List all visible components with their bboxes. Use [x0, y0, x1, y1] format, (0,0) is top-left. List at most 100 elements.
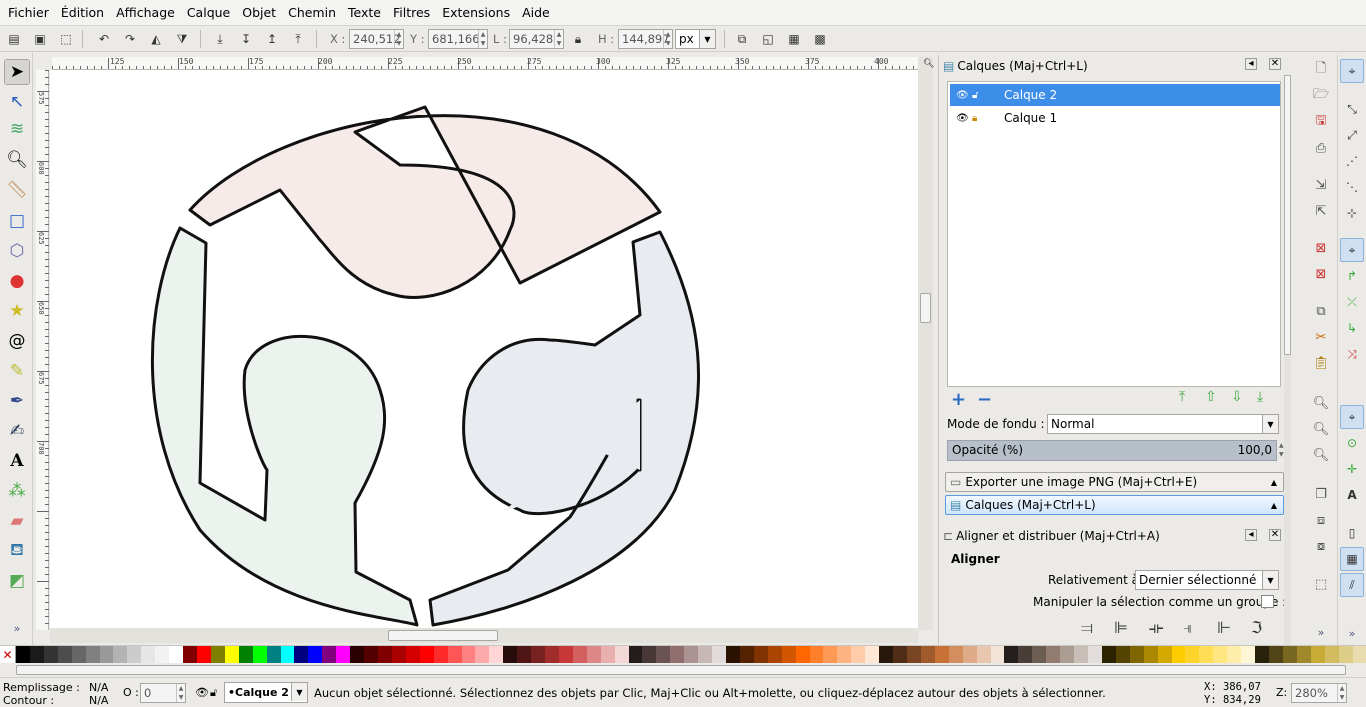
- color-swatch[interactable]: [740, 646, 754, 663]
- zoom-selection-icon[interactable]: 🔍︎: [1310, 392, 1332, 414]
- color-swatch[interactable]: [141, 646, 155, 663]
- color-swatch[interactable]: [601, 646, 615, 663]
- lower-icon[interactable]: ↧: [236, 29, 256, 49]
- open-icon[interactable]: 🗁: [1310, 85, 1332, 107]
- snap-others-icon[interactable]: ⌖: [1340, 405, 1364, 429]
- color-swatch[interactable]: [1213, 646, 1227, 663]
- zoom-field[interactable]: 280%▲▼: [1291, 683, 1347, 703]
- import-icon[interactable]: ⇲: [1310, 174, 1332, 196]
- w-field[interactable]: 96,428▲▼: [509, 29, 564, 49]
- flip-vertical-icon[interactable]: ⧩: [172, 29, 192, 49]
- horizontal-ruler[interactable]: 125 150 175 200 225 250 275 300 325 350 …: [52, 57, 918, 70]
- remove-layer-icon[interactable]: −: [977, 389, 992, 410]
- rotate-ccw-icon[interactable]: ↶: [94, 29, 114, 49]
- snap-object-center-icon[interactable]: ⊙: [1340, 431, 1364, 455]
- undo-icon[interactable]: ⊠: [1310, 237, 1332, 259]
- snap-grid-icon[interactable]: ▦: [1340, 547, 1364, 571]
- color-swatch[interactable]: [893, 646, 907, 663]
- color-swatch[interactable]: [475, 646, 489, 663]
- snap-text-baseline-icon[interactable]: A: [1340, 483, 1364, 507]
- snap-bbox-corner-icon[interactable]: ⋰: [1340, 149, 1364, 173]
- lock-icon[interactable]: 🔓︎: [210, 686, 217, 700]
- color-swatch[interactable]: [642, 646, 656, 663]
- lower-to-bottom-icon[interactable]: ⤓: [210, 29, 230, 49]
- clone-icon[interactable]: ⧈: [1310, 509, 1332, 531]
- zoom-page-icon[interactable]: 🔍︎: [1310, 444, 1332, 466]
- color-swatch[interactable]: [392, 646, 406, 663]
- lock-icon[interactable]: 🔒︎: [972, 113, 977, 124]
- unit-select[interactable]: px▼: [675, 29, 716, 49]
- color-swatch[interactable]: [1297, 646, 1311, 663]
- color-swatch[interactable]: [1060, 646, 1074, 663]
- flip-horizontal-icon[interactable]: ◭: [146, 29, 166, 49]
- color-swatch[interactable]: [865, 646, 879, 663]
- color-swatch[interactable]: [1283, 646, 1297, 663]
- color-swatch[interactable]: [545, 646, 559, 663]
- lower-layer-icon[interactable]: ⇩: [1231, 389, 1243, 405]
- menu-aide[interactable]: Aide: [516, 0, 556, 26]
- drawing-canvas[interactable]: [50, 70, 918, 628]
- zoom-tool-icon[interactable]: 🔍︎: [4, 147, 30, 173]
- color-swatch[interactable]: [754, 646, 768, 663]
- raise-to-top-icon[interactable]: ⤒: [1179, 389, 1185, 405]
- spiral-tool-icon[interactable]: @: [4, 328, 30, 354]
- opacity-spin-icon[interactable]: ▲▼: [1279, 441, 1284, 459]
- select-all-layers-icon[interactable]: ▣: [30, 29, 50, 49]
- color-swatch[interactable]: [921, 646, 935, 663]
- color-swatch[interactable]: [100, 646, 114, 663]
- color-swatch[interactable]: [1227, 646, 1241, 663]
- dock-scrollbar[interactable]: [1284, 75, 1291, 645]
- measure-tool-icon[interactable]: 📏︎: [4, 177, 30, 203]
- color-swatch[interactable]: [169, 646, 183, 663]
- layer-name[interactable]: Calque 2: [1004, 88, 1057, 102]
- copy-icon[interactable]: ⧉: [1310, 300, 1332, 322]
- color-swatch[interactable]: [1018, 646, 1032, 663]
- color-swatch[interactable]: [726, 646, 740, 663]
- move-gradients-icon[interactable]: ▦: [784, 29, 804, 49]
- snap-nodes-icon[interactable]: ⌖: [1340, 238, 1364, 262]
- new-document-icon[interactable]: 🗋: [1310, 59, 1332, 81]
- paint-bucket-tool-icon[interactable]: ⛾: [4, 538, 30, 564]
- snap-cusp-nodes-icon[interactable]: ↳: [1340, 316, 1364, 340]
- blend-mode-select[interactable]: Normal▼: [1047, 414, 1279, 434]
- color-swatch[interactable]: [448, 646, 462, 663]
- align-left-icon[interactable]: ⊫: [1114, 618, 1128, 637]
- layers-list[interactable]: 👁︎ 🔓︎ Calque 2 👁︎ 🔒︎ Calque 1: [947, 81, 1281, 387]
- menu-extensions[interactable]: Extensions: [436, 0, 516, 26]
- vertical-scroll-thumb[interactable]: [920, 293, 931, 323]
- vertical-ruler[interactable]: 575 600 625 650 675 700: [36, 70, 49, 630]
- current-layer-select[interactable]: •Calque 2▼: [224, 682, 308, 703]
- color-swatch[interactable]: [406, 646, 420, 663]
- palette-scrollbar[interactable]: [0, 663, 1366, 678]
- snap-page-border-icon[interactable]: ▯: [1340, 521, 1364, 545]
- color-swatch[interactable]: [935, 646, 949, 663]
- eye-icon[interactable]: 👁︎: [956, 90, 969, 101]
- toolbox-more-icon[interactable]: »: [4, 615, 30, 641]
- color-swatch[interactable]: [1088, 646, 1102, 663]
- scale-corners-icon[interactable]: ◱: [758, 29, 778, 49]
- lock-proportions-icon[interactable]: 🔒︎: [568, 29, 588, 49]
- color-swatch[interactable]: [267, 646, 281, 663]
- color-swatch[interactable]: [1158, 646, 1172, 663]
- star-tool-icon[interactable]: ★: [4, 298, 30, 324]
- print-icon[interactable]: ⎙: [1310, 137, 1332, 159]
- color-swatch[interactable]: [977, 646, 991, 663]
- color-swatch[interactable]: [782, 646, 796, 663]
- dock-scroll-thumb[interactable]: [1284, 75, 1291, 355]
- pen-tool-icon[interactable]: ✒: [4, 388, 30, 414]
- unlock-icon[interactable]: 🔓︎: [972, 90, 978, 101]
- color-swatch[interactable]: [1074, 646, 1088, 663]
- palette-scroll-thumb[interactable]: [16, 665, 1346, 675]
- snap-paths-icon[interactable]: ↱: [1340, 264, 1364, 288]
- color-swatch[interactable]: [1046, 646, 1060, 663]
- snap-enable-icon[interactable]: ⌖: [1340, 59, 1364, 83]
- align-right-icon[interactable]: ⫣: [1183, 618, 1193, 638]
- menu-affichage[interactable]: Affichage: [110, 0, 181, 26]
- color-swatch[interactable]: [462, 646, 476, 663]
- color-swatch[interactable]: [197, 646, 211, 663]
- color-swatch[interactable]: [294, 646, 308, 663]
- color-swatch[interactable]: [308, 646, 322, 663]
- color-swatch[interactable]: [1172, 646, 1186, 663]
- color-swatch[interactable]: [559, 646, 573, 663]
- color-swatch[interactable]: [698, 646, 712, 663]
